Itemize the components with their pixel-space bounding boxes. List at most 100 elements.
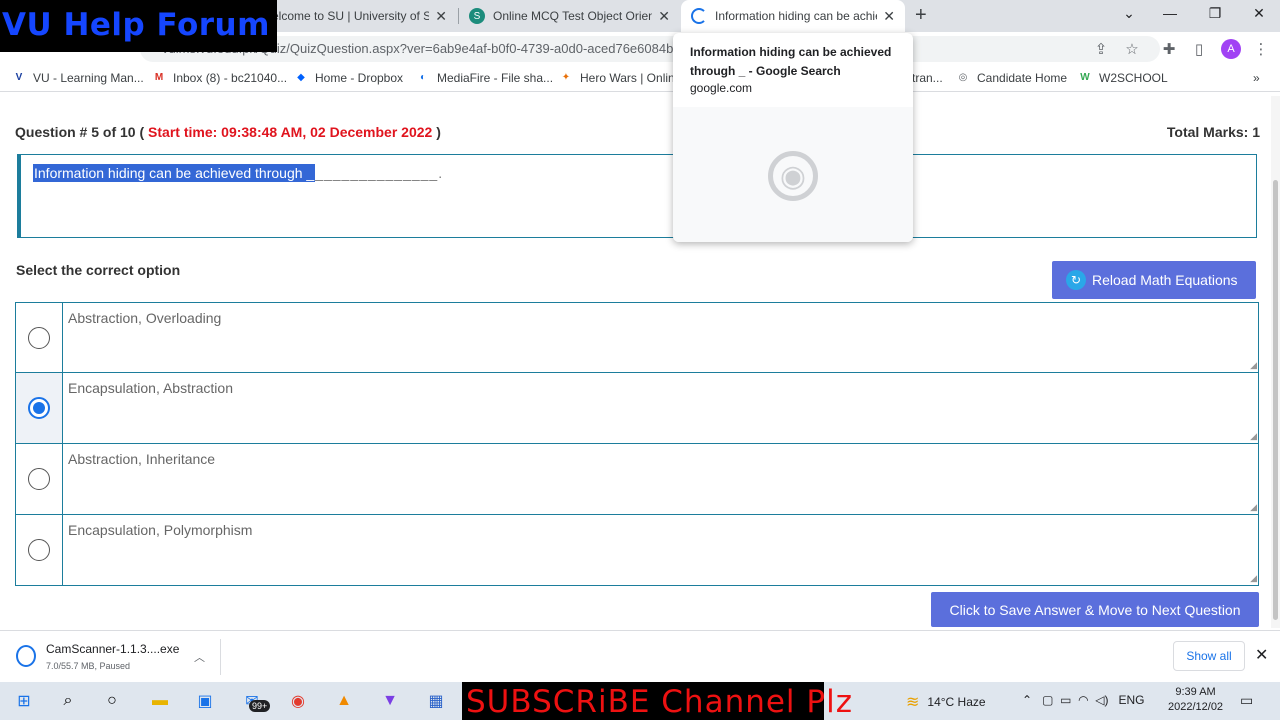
question-header: Question # 5 of 10 ( Start time: 09:38:4…: [15, 124, 441, 140]
close-download-bar-icon[interactable]: ✕: [1255, 645, 1268, 665]
option-row[interactable]: Abstraction, Inheritance ◢: [15, 444, 1259, 515]
language-indicator[interactable]: ENG: [1119, 693, 1145, 707]
divider: [220, 639, 221, 675]
maximize-icon[interactable]: ❐: [1205, 5, 1225, 22]
tray-chevron-icon[interactable]: ⌃: [1022, 693, 1032, 707]
close-window-icon[interactable]: ✕: [1249, 5, 1269, 22]
tab-search-icon[interactable]: ⌄: [1119, 5, 1139, 22]
chrome-icon[interactable]: ◉: [286, 690, 310, 712]
clock[interactable]: 9:39 AM 2022/12/02: [1168, 685, 1223, 715]
notification-icon[interactable]: ▭: [1240, 692, 1253, 709]
bookmark-tran[interactable]: tran...: [912, 71, 943, 85]
minimize-icon[interactable]: —: [1160, 5, 1180, 21]
radio-cell: [16, 373, 63, 443]
option-row-selected[interactable]: Encapsulation, Abstraction ◢: [15, 373, 1259, 444]
close-tab-icon[interactable]: ✕: [658, 8, 670, 25]
dropbox-icon: ◆: [297, 72, 305, 83]
profile-avatar[interactable]: A: [1221, 39, 1241, 59]
download-item[interactable]: CamScanner-1.1.3....exe 7.0/55.7 MB, Pau…: [13, 641, 221, 675]
new-tab-button[interactable]: +: [915, 4, 927, 27]
bookmark-vu-lms[interactable]: V VU - Learning Man...: [12, 71, 144, 85]
close-tab-icon[interactable]: ✕: [435, 8, 447, 25]
candidate-icon: ◎: [958, 72, 968, 83]
tab-su[interactable]: elcome to SU | University of Sa ✕: [262, 0, 457, 32]
scrollbar-thumb[interactable]: [1273, 180, 1278, 620]
question-blank: ______________.: [315, 165, 444, 181]
question-textarea[interactable]: Information hiding can be achieved throu…: [17, 154, 1257, 238]
option-radio-checked[interactable]: [28, 397, 50, 419]
download-progress-icon: [16, 645, 36, 667]
vu-icon: V: [15, 72, 23, 83]
option-text: Encapsulation, Polymorphism: [63, 515, 1258, 585]
download-filename: CamScanner-1.1.3....exe: [46, 642, 180, 656]
bookmark-mediafire[interactable]: ◐ MediaFire - File sha...: [416, 71, 553, 85]
tab-online-mcq[interactable]: S Online MCQ Test Object Oriente ✕: [459, 0, 680, 32]
file-explorer-icon[interactable]: ▬: [148, 690, 172, 712]
cortana-icon[interactable]: ○: [100, 690, 124, 712]
meet-now-icon[interactable]: ▢: [1042, 693, 1053, 707]
store-icon[interactable]: ▣: [193, 690, 217, 712]
bookmark-star-icon[interactable]: ☆: [1123, 40, 1141, 58]
share-icon[interactable]: ⇪: [1092, 40, 1110, 58]
bookmark-inbox[interactable]: M Inbox (8) - bc21040...: [152, 71, 287, 85]
chevron-up-icon[interactable]: ︿: [194, 649, 205, 665]
bookmark-dropbox[interactable]: ◆ Home - Dropbox: [294, 71, 403, 85]
option-radio[interactable]: [28, 326, 50, 349]
menu-icon[interactable]: ⋮: [1252, 40, 1270, 58]
hover-card-title: Information hiding can be achieved throu…: [690, 45, 892, 78]
radio-cell: [16, 515, 63, 585]
calculator-icon[interactable]: ▦: [424, 690, 448, 712]
bookmark-candidate-home[interactable]: ◎ Candidate Home: [956, 71, 1067, 85]
mail-badge: 99+: [249, 700, 271, 712]
option-radio[interactable]: [28, 539, 50, 561]
save-next-button[interactable]: Click to Save Answer & Move to Next Ques…: [931, 592, 1259, 627]
volume-icon[interactable]: ◁): [1095, 693, 1108, 707]
option-text: Encapsulation, Abstraction: [63, 373, 1258, 443]
windows-start-icon[interactable]: ⊞: [12, 690, 36, 712]
side-panel-icon[interactable]: ▯: [1190, 40, 1208, 58]
clock-date: 2022/12/02: [1168, 701, 1224, 713]
loading-icon: [691, 8, 707, 24]
vu-help-forum-logo: VU Help Forum: [0, 0, 277, 52]
system-tray: ⌃ ▢ ▭ ◠ ◁) ENG: [1022, 693, 1145, 707]
radio-cell: [16, 303, 63, 372]
battery-icon[interactable]: ▭: [1060, 693, 1071, 707]
resize-grip-icon[interactable]: ◢: [1250, 431, 1257, 442]
hover-card-preview: ◉: [673, 107, 913, 242]
weather-widget[interactable]: ≋ 14°C Haze: [906, 692, 986, 712]
option-radio[interactable]: [28, 468, 50, 490]
reload-label: Reload Math Equations: [1092, 272, 1238, 288]
show-all-button[interactable]: Show all: [1173, 641, 1245, 671]
resize-grip-icon[interactable]: ◢: [1250, 360, 1257, 371]
hero-wars-icon: ✦: [561, 72, 571, 83]
wifi-icon[interactable]: ◠: [1078, 693, 1088, 707]
question-highlighted: Information hiding can be achieved throu…: [33, 164, 316, 182]
vlc-icon[interactable]: ▲: [332, 690, 356, 712]
tab-hover-card: Information hiding can be achieved throu…: [673, 33, 913, 242]
browser-app-icon[interactable]: ▼: [378, 690, 402, 712]
extensions-icon[interactable]: ✚: [1160, 40, 1178, 58]
subscribe-banner: SUBSCRiBE Channel Plz: [462, 682, 852, 720]
tab-information-hiding[interactable]: Information hiding can be achiev ✕: [681, 0, 905, 32]
more-bookmarks-icon[interactable]: »: [1253, 71, 1260, 85]
option-row[interactable]: Encapsulation, Polymorphism ◢: [15, 515, 1259, 586]
search-icon[interactable]: ⌕: [56, 690, 80, 712]
bookmark-w2school[interactable]: W W2SCHOOL: [1078, 71, 1167, 85]
reload-math-button[interactable]: ↻ Reload Math Equations: [1052, 261, 1256, 299]
resize-grip-icon[interactable]: ◢: [1250, 573, 1257, 584]
globe-icon: ◉: [768, 151, 818, 201]
resize-grip-icon[interactable]: ◢: [1250, 502, 1257, 513]
gmail-icon: M: [154, 72, 164, 83]
option-text: Abstraction, Overloading: [63, 303, 1258, 372]
bookmarks-bar: V VU - Learning Man... M Inbox (8) - bc210…: [0, 66, 1280, 92]
tab-title: Information hiding can be achiev: [715, 9, 878, 23]
option-row[interactable]: Abstraction, Overloading ◢: [15, 302, 1259, 373]
radio-cell: [16, 444, 63, 514]
reload-icon: ↻: [1066, 270, 1086, 290]
close-tab-icon[interactable]: ✕: [883, 8, 895, 25]
clock-time: 9:39 AM: [1175, 686, 1216, 698]
download-bar: CamScanner-1.1.3....exe 7.0/55.7 MB, Pau…: [0, 630, 1280, 682]
weather-text: 14°C Haze: [927, 695, 986, 709]
tab-title: Online MCQ Test Object Oriente: [493, 9, 653, 23]
bookmark-hero-wars[interactable]: ✦ Hero Wars | Online: [559, 71, 682, 85]
